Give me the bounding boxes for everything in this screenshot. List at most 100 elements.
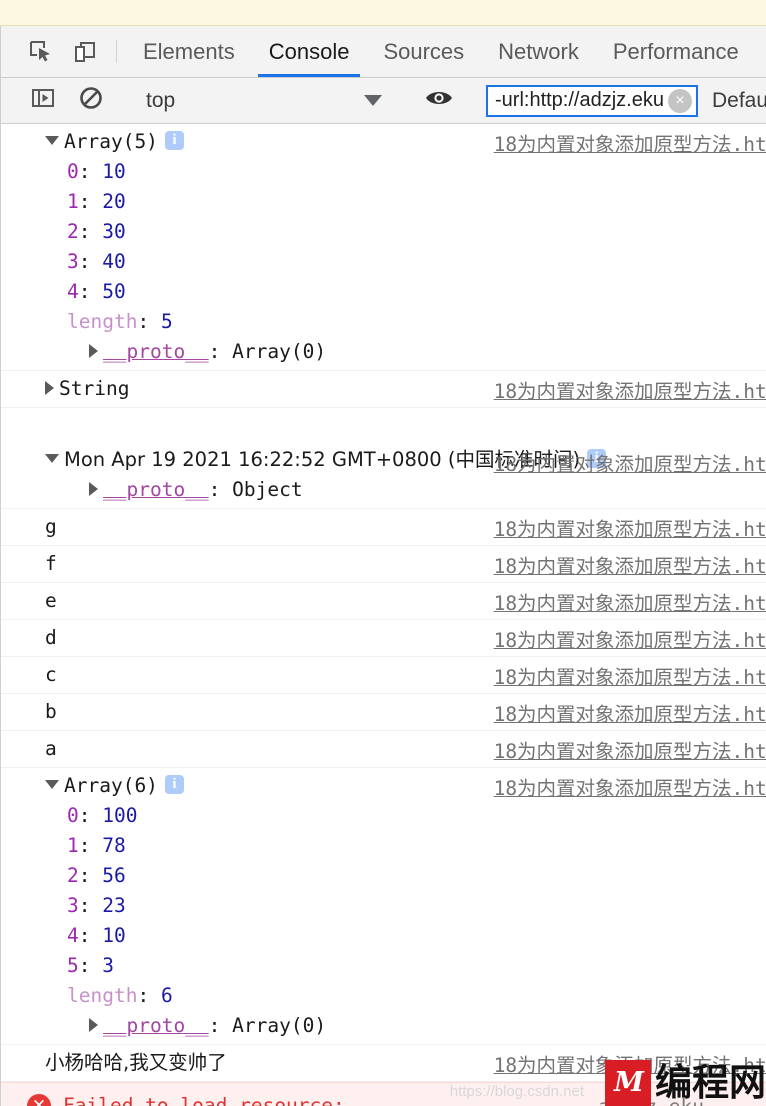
device-toolbar-icon bbox=[72, 39, 98, 65]
clear-console-button[interactable] bbox=[67, 85, 115, 116]
object-entry: 4: 10 bbox=[67, 924, 126, 947]
console-sidebar-toggle-button[interactable] bbox=[19, 85, 67, 116]
console-message-e[interactable]: e 18为内置对象添加原型方法.html? bbox=[1, 583, 766, 620]
console-message-d[interactable]: d 18为内置对象添加原型方法.html? bbox=[1, 620, 766, 657]
entry-value: 20 bbox=[102, 190, 126, 213]
object-proto[interactable]: __proto__: Object bbox=[1, 475, 766, 505]
eye-icon bbox=[424, 87, 454, 114]
console-source-link[interactable]: 18为内置对象添加原型方法.html? bbox=[494, 587, 766, 616]
log-level-selector[interactable]: Defau bbox=[712, 89, 766, 113]
entry-value: 50 bbox=[102, 280, 126, 303]
entry-key: 3 bbox=[67, 250, 79, 273]
object-entry: 2: 56 bbox=[67, 864, 126, 887]
console-message-g[interactable]: g 18为内置对象添加原型方法.html? bbox=[1, 509, 766, 546]
clear-console-icon bbox=[78, 85, 104, 116]
entry-key: 3 bbox=[67, 894, 79, 917]
object-entry: 0: 10 bbox=[67, 160, 126, 183]
tab-network[interactable]: Network bbox=[481, 26, 596, 77]
entry-key: 5 bbox=[67, 954, 79, 977]
object-entry: 1: 78 bbox=[67, 834, 126, 857]
console-source-link[interactable]: 18为内置对象添加原型方法.html? bbox=[494, 513, 766, 542]
console-filter-input[interactable]: -url:http://adzjz.eku × bbox=[486, 84, 698, 117]
console-message-b[interactable]: b 18为内置对象添加原型方法.html? bbox=[1, 694, 766, 731]
clear-filter-icon[interactable]: × bbox=[668, 88, 692, 113]
console-source-link[interactable]: 18为内置对象添加原型方法.html? bbox=[494, 128, 766, 157]
console-message-c[interactable]: c 18为内置对象添加原型方法.html? bbox=[1, 657, 766, 694]
triangle-down-icon[interactable] bbox=[45, 780, 59, 789]
entry-value: 3 bbox=[102, 954, 114, 977]
tab-sources-label: Sources bbox=[383, 38, 465, 64]
triangle-right-icon[interactable] bbox=[89, 343, 98, 358]
object-entry: 3: 23 bbox=[67, 894, 126, 917]
console-source-link[interactable]: 18为内置对象添加原型方法.html? bbox=[494, 698, 766, 727]
tab-elements[interactable]: Elements bbox=[126, 26, 252, 77]
triangle-right-icon[interactable] bbox=[89, 481, 98, 496]
object-entry: 5: 3 bbox=[67, 954, 114, 977]
console-message-chinese[interactable]: 小杨哈哈,我又变帅了 18为内置对象添加原型方法.html? bbox=[1, 1045, 766, 1082]
console-source-link[interactable]: 18为内置对象添加原型方法.html? bbox=[494, 735, 766, 764]
execution-context-selector[interactable]: top bbox=[134, 89, 396, 113]
object-length: length: 6 bbox=[67, 984, 173, 1007]
length-key: length bbox=[67, 310, 138, 333]
triangle-down-icon[interactable] bbox=[45, 454, 59, 463]
console-filter-value: -url:http://adzjz.eku bbox=[495, 89, 664, 111]
entry-key: 2 bbox=[67, 220, 79, 243]
proto-key[interactable]: __proto__ bbox=[103, 478, 209, 501]
chevron-down-icon bbox=[364, 95, 382, 106]
console-message-array6[interactable]: Array(6) i 0: 100 1: 78 2: 56 3: 23 4: 10… bbox=[1, 768, 766, 1045]
device-toolbar-button[interactable] bbox=[63, 26, 107, 77]
inspect-element-icon bbox=[28, 39, 54, 65]
console-source-link[interactable]: 18为内置对象添加原型方法.html? bbox=[494, 772, 766, 801]
console-output[interactable]: Array(5) i 0: 10 1: 20 2: 30 3: 40 4: 50 … bbox=[1, 124, 766, 1106]
proto-key[interactable]: __proto__ bbox=[103, 1014, 209, 1037]
error-source-link[interactable]: adzjz.eku bbox=[598, 1095, 704, 1106]
object-entry: 4: 50 bbox=[67, 280, 126, 303]
proto-key[interactable]: __proto__ bbox=[103, 340, 209, 363]
inspect-element-button[interactable] bbox=[19, 26, 63, 77]
console-source-link[interactable]: 18为内置对象添加原型方法.html? bbox=[494, 375, 766, 404]
tab-sources[interactable]: Sources bbox=[366, 26, 481, 77]
console-message-a[interactable]: a 18为内置对象添加原型方法.html? bbox=[1, 731, 766, 768]
console-message-f[interactable]: f 18为内置对象添加原型方法.html? bbox=[1, 546, 766, 583]
tab-console[interactable]: Console bbox=[252, 26, 367, 77]
object-entry: 1: 20 bbox=[67, 190, 126, 213]
object-header-label: Array(6) bbox=[64, 774, 158, 797]
entry-value: 23 bbox=[102, 894, 126, 917]
tab-console-label: Console bbox=[268, 38, 350, 64]
entry-value: 10 bbox=[102, 160, 126, 183]
triangle-down-icon[interactable] bbox=[45, 136, 59, 145]
proto-value: Array(0) bbox=[232, 1014, 327, 1037]
triangle-right-icon[interactable] bbox=[89, 1017, 98, 1032]
entry-key: 4 bbox=[67, 280, 79, 303]
console-message-array5[interactable]: Array(5) i 0: 10 1: 20 2: 30 3: 40 4: 50 … bbox=[1, 124, 766, 371]
console-source-link[interactable]: 18为内置对象添加原型方法.html? bbox=[494, 448, 766, 477]
console-message-date[interactable]: . Mon Apr 19 2021 16:22:52 GMT+0800 (中国标… bbox=[1, 408, 766, 509]
object-proto[interactable]: __proto__: Array(0) bbox=[1, 337, 766, 367]
triangle-right-icon[interactable] bbox=[45, 380, 54, 395]
tab-performance[interactable]: Performance bbox=[596, 26, 756, 77]
console-message-string[interactable]: String 18为内置对象添加原型方法.html? bbox=[1, 371, 766, 408]
sidebar-panel-icon bbox=[30, 85, 56, 116]
console-source-link[interactable]: 18为内置对象添加原型方法.html? bbox=[494, 1049, 766, 1078]
live-expression-button[interactable] bbox=[415, 87, 463, 114]
object-header-label: Array(5) bbox=[64, 130, 158, 153]
info-icon[interactable]: i bbox=[164, 131, 184, 150]
console-source-link[interactable]: 18为内置对象添加原型方法.html? bbox=[494, 550, 766, 579]
console-source-link[interactable]: 18为内置对象添加原型方法.html? bbox=[494, 661, 766, 690]
info-icon[interactable]: i bbox=[164, 775, 184, 794]
object-proto[interactable]: __proto__: Array(0) bbox=[1, 1011, 766, 1041]
entry-value: 100 bbox=[102, 804, 138, 827]
toolbar-divider bbox=[116, 40, 117, 63]
length-value: 6 bbox=[160, 984, 173, 1007]
console-source-link[interactable]: 18为内置对象添加原型方法.html? bbox=[494, 624, 766, 653]
object-entry: 3: 40 bbox=[67, 250, 126, 273]
tab-performance-label: Performance bbox=[612, 38, 739, 64]
entry-key: 1 bbox=[67, 190, 79, 213]
entry-key: 0 bbox=[67, 804, 79, 827]
entry-value: 40 bbox=[102, 250, 126, 273]
entry-key: 2 bbox=[67, 864, 79, 887]
length-value: 5 bbox=[160, 310, 173, 333]
entry-value: 10 bbox=[102, 924, 126, 947]
object-entry: 0: 100 bbox=[67, 804, 138, 827]
console-message-error[interactable]: ✕ Failed to load resource: net::ERR_NAME… bbox=[1, 1082, 766, 1106]
